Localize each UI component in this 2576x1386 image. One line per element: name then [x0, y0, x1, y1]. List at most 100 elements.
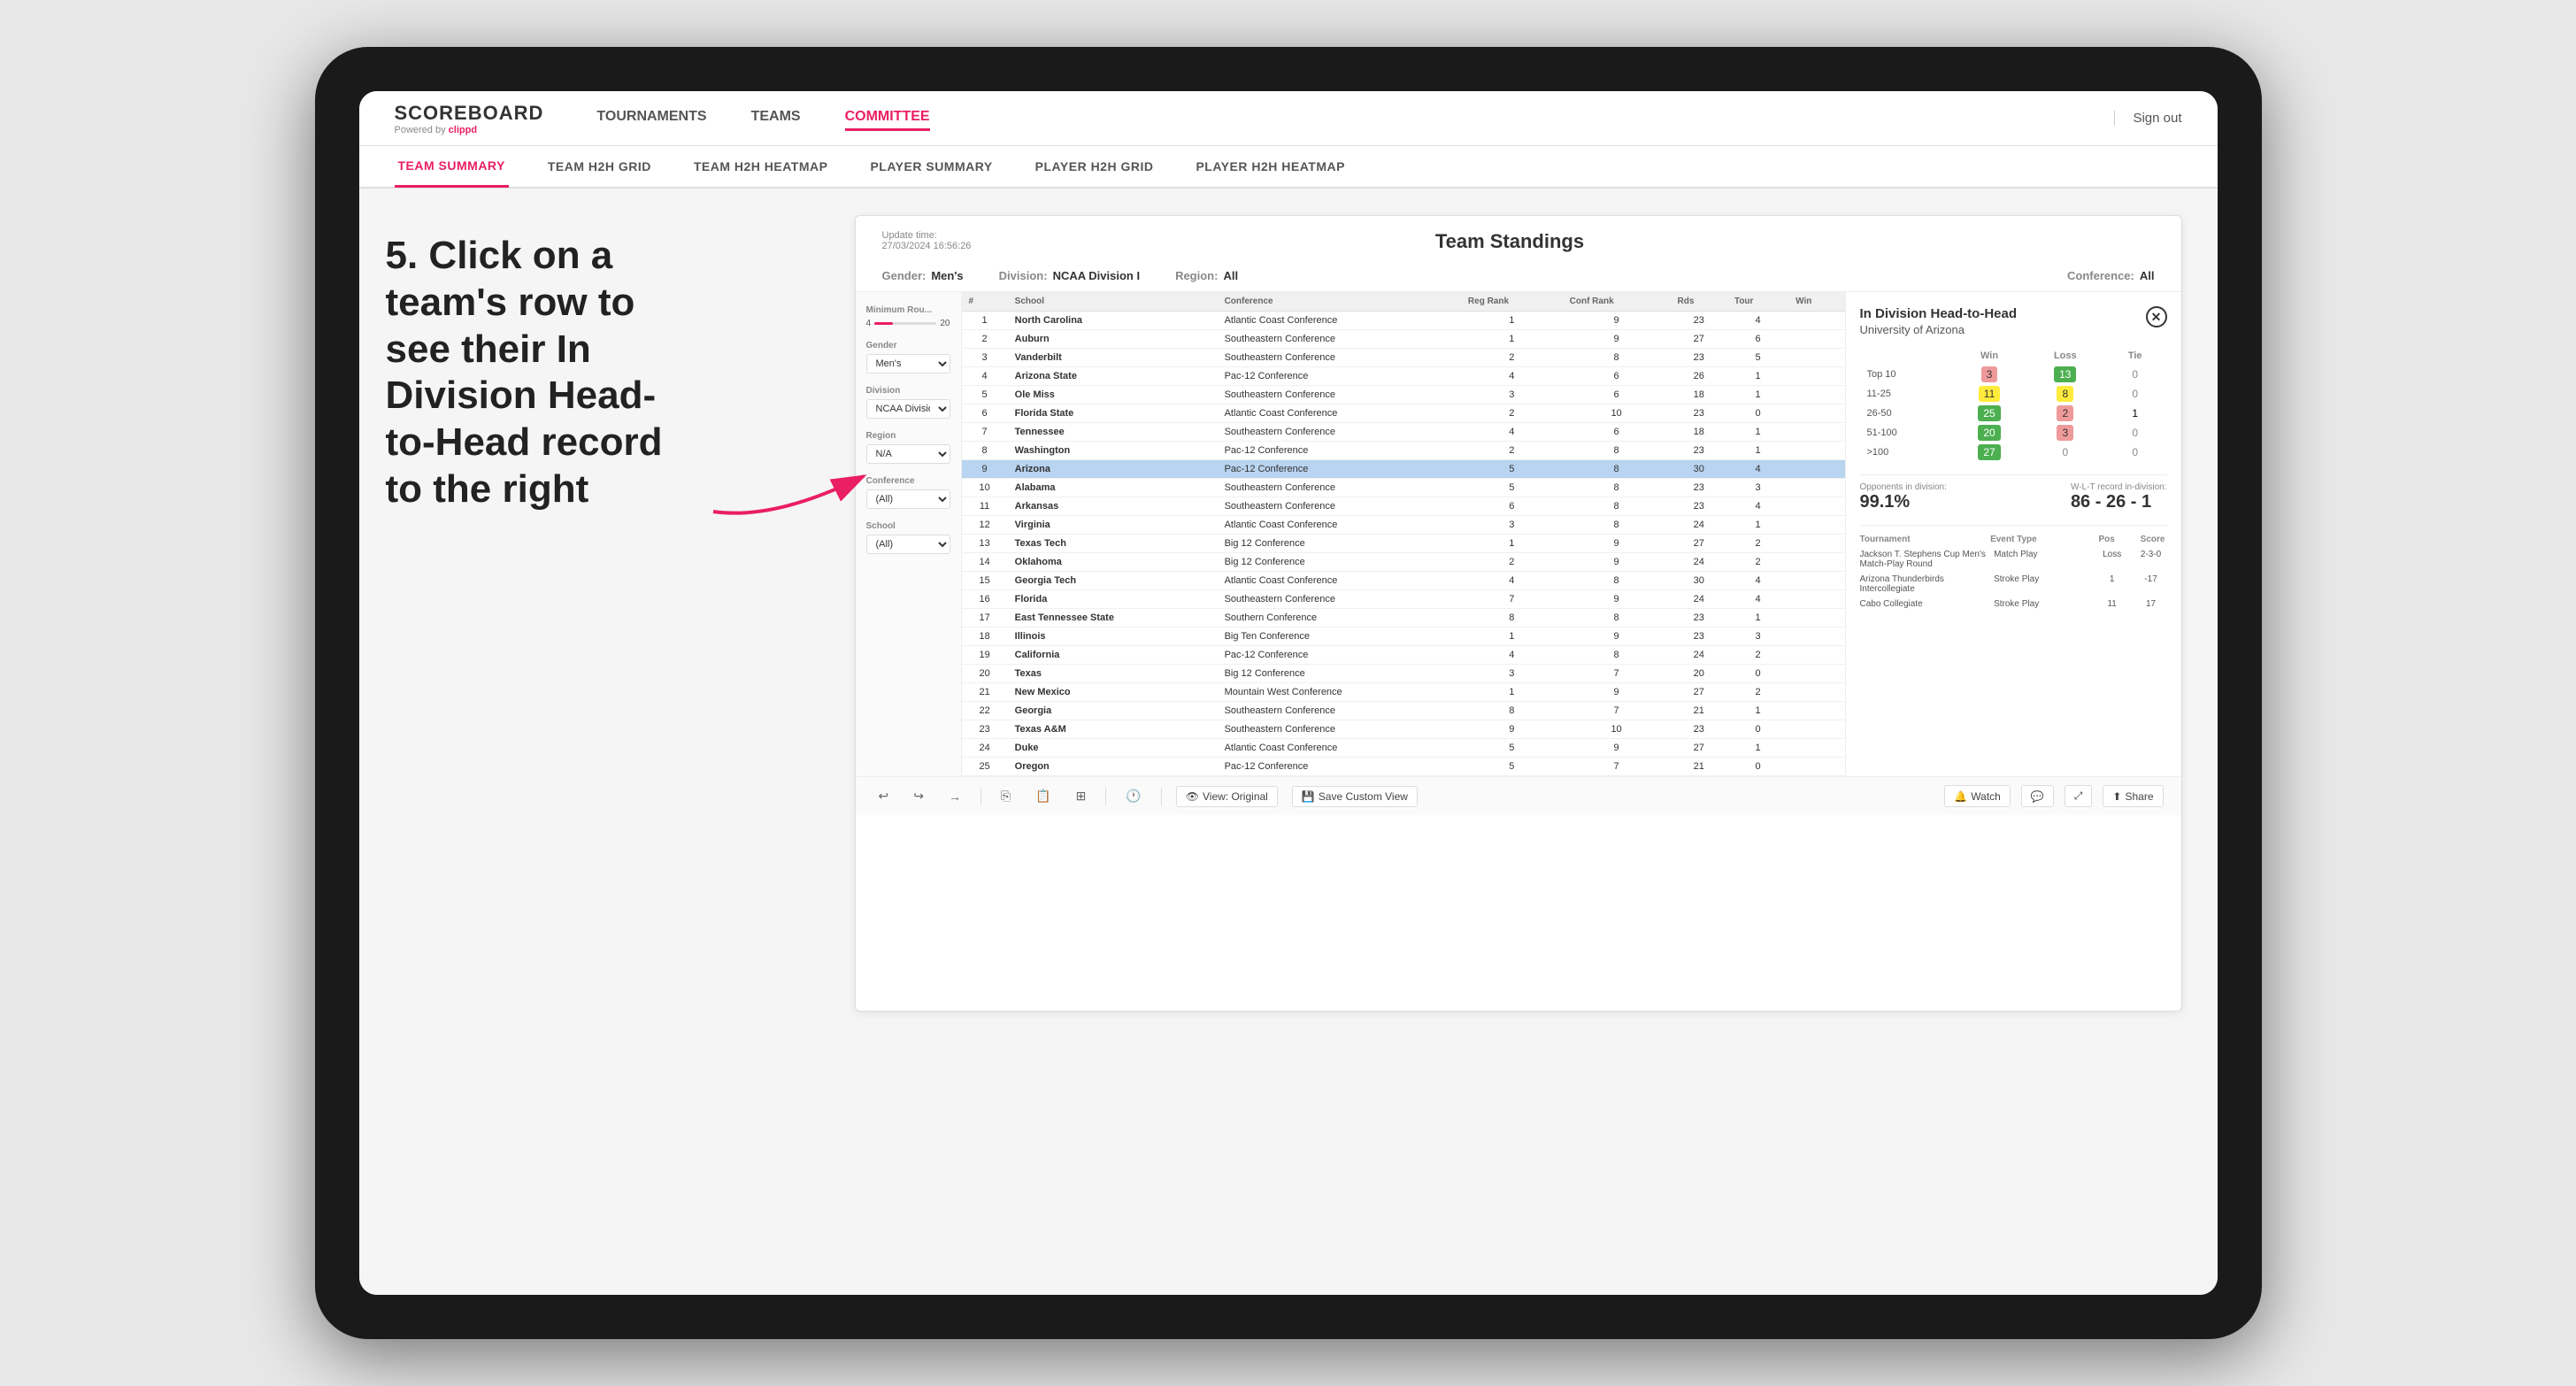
clock-icon[interactable]: 🕐 — [1120, 785, 1146, 807]
cell-conf-rank: 8 — [1563, 349, 1671, 367]
filter-region: Region: All — [1175, 269, 1238, 282]
cell-rank: 25 — [962, 758, 1008, 776]
view-original-btn[interactable]: 👁 View: Original — [1176, 786, 1278, 807]
paste-icon[interactable]: 📋 — [1030, 785, 1056, 807]
cell-rds: 23 — [1671, 349, 1727, 367]
table-row[interactable]: 25 Oregon Pac-12 Conference 5 7 21 0 — [962, 758, 1845, 776]
table-row[interactable]: 4 Arizona State Pac-12 Conference 4 6 26… — [962, 367, 1845, 386]
table-row[interactable]: 21 New Mexico Mountain West Conference 1… — [962, 683, 1845, 702]
cell-rank: 19 — [962, 646, 1008, 665]
h2h-col-win: Win — [1951, 347, 2026, 365]
tab-player-h2h-grid[interactable]: PLAYER H2H GRID — [1032, 147, 1157, 186]
col-conference: Conference — [1218, 292, 1461, 312]
table-row[interactable]: 15 Georgia Tech Atlantic Coast Conferenc… — [962, 572, 1845, 590]
cell-conference: Southern Conference — [1218, 609, 1461, 628]
cell-conference: Pac-12 Conference — [1218, 442, 1461, 460]
table-row[interactable]: 9 Arizona Pac-12 Conference 5 8 30 4 — [962, 460, 1845, 479]
cell-school: Auburn — [1008, 330, 1218, 349]
expand-btn[interactable]: ⤢ — [2065, 785, 2093, 807]
table-row[interactable]: 16 Florida Southeastern Conference 7 9 2… — [962, 590, 1845, 609]
tab-player-summary[interactable]: PLAYER SUMMARY — [866, 147, 996, 186]
cell-conference: Southeastern Conference — [1218, 349, 1461, 367]
cell-conf-rank: 6 — [1563, 367, 1671, 386]
table-row[interactable]: 19 California Pac-12 Conference 4 8 24 2 — [962, 646, 1845, 665]
tab-team-h2h-grid[interactable]: TEAM H2H GRID — [544, 147, 655, 186]
table-row[interactable]: 8 Washington Pac-12 Conference 2 8 23 1 — [962, 442, 1845, 460]
h2h-range: 51-100 — [1860, 423, 1952, 443]
h2h-col-loss: Loss — [2027, 347, 2103, 365]
save-custom-btn[interactable]: 💾 Save Custom View — [1292, 786, 1418, 807]
table-row[interactable]: 23 Texas A&M Southeastern Conference 9 1… — [962, 720, 1845, 739]
cell-tour: 1 — [1727, 739, 1788, 758]
table-row[interactable]: 22 Georgia Southeastern Conference 8 7 2… — [962, 702, 1845, 720]
cell-rank: 1 — [962, 312, 1008, 330]
table-row[interactable]: 12 Virginia Atlantic Coast Conference 3 … — [962, 516, 1845, 535]
tab-team-summary[interactable]: TEAM SUMMARY — [395, 146, 509, 188]
cell-rds: 27 — [1671, 683, 1727, 702]
cell-rank: 14 — [962, 553, 1008, 572]
redo-icon[interactable]: ↪ — [908, 785, 929, 807]
cell-tour: 1 — [1727, 702, 1788, 720]
cell-reg-rank: 8 — [1461, 609, 1563, 628]
cell-win — [1788, 312, 1844, 330]
min-rounds-track[interactable] — [874, 322, 936, 325]
panel-title: Team Standings — [1435, 230, 1584, 253]
tournament-type: Stroke Play — [1994, 574, 2089, 584]
tournament-name: Cabo Collegiate — [1860, 599, 1988, 609]
nav-item-teams[interactable]: TEAMS — [751, 105, 801, 131]
cell-conf-rank: 7 — [1563, 758, 1671, 776]
table-row[interactable]: 20 Texas Big 12 Conference 3 7 20 0 — [962, 665, 1845, 683]
table-row[interactable]: 24 Duke Atlantic Coast Conference 5 9 27… — [962, 739, 1845, 758]
h2h-title: In Division Head-to-Head — [1860, 306, 2018, 321]
cell-reg-rank: 6 — [1461, 497, 1563, 516]
division-select[interactable]: NCAA Division I — [866, 399, 950, 419]
table-row[interactable]: 17 East Tennessee State Southern Confere… — [962, 609, 1845, 628]
grid-icon[interactable]: ⊞ — [1071, 785, 1092, 807]
close-h2h-button[interactable]: ✕ — [2146, 306, 2167, 327]
cell-rds: 23 — [1671, 404, 1727, 423]
school-select[interactable]: (All) — [866, 535, 950, 554]
h2h-loss: 2 — [2027, 404, 2103, 423]
table-row[interactable]: 6 Florida State Atlantic Coast Conferenc… — [962, 404, 1845, 423]
table-row[interactable]: 11 Arkansas Southeastern Conference 6 8 … — [962, 497, 1845, 516]
watch-btn[interactable]: 🔔 Watch — [1944, 785, 2011, 807]
cell-conf-rank: 10 — [1563, 720, 1671, 739]
cell-reg-rank: 1 — [1461, 312, 1563, 330]
nav-item-committee[interactable]: COMMITTEE — [845, 105, 930, 131]
table-row[interactable]: 2 Auburn Southeastern Conference 1 9 27 … — [962, 330, 1845, 349]
cell-tour: 2 — [1727, 553, 1788, 572]
copy-icon[interactable]: ⎘ — [996, 785, 1016, 807]
table-row[interactable]: 5 Ole Miss Southeastern Conference 3 6 1… — [962, 386, 1845, 404]
share-btn[interactable]: ⬆ Share — [2103, 785, 2163, 807]
cell-reg-rank: 2 — [1461, 553, 1563, 572]
tournament-type: Stroke Play — [1994, 599, 2089, 609]
cell-rank: 22 — [962, 702, 1008, 720]
tab-player-h2h-heatmap[interactable]: PLAYER H2H HEATMAP — [1192, 147, 1348, 186]
cell-win — [1788, 572, 1844, 590]
table-row[interactable]: 10 Alabama Southeastern Conference 5 8 2… — [962, 479, 1845, 497]
tournament-row: Arizona Thunderbirds Intercollegiate Str… — [1860, 574, 2167, 594]
tournament-type: Match Play — [1994, 550, 2089, 559]
cell-rds: 24 — [1671, 646, 1727, 665]
table-row[interactable]: 7 Tennessee Southeastern Conference 4 6 … — [962, 423, 1845, 442]
table-row[interactable]: 1 North Carolina Atlantic Coast Conferen… — [962, 312, 1845, 330]
cell-win — [1788, 367, 1844, 386]
sign-out-btn[interactable]: Sign out — [2114, 111, 2181, 126]
cell-conf-rank: 7 — [1563, 702, 1671, 720]
cell-reg-rank: 1 — [1461, 535, 1563, 553]
cell-school: Oregon — [1008, 758, 1218, 776]
table-row[interactable]: 3 Vanderbilt Southeastern Conference 2 8… — [962, 349, 1845, 367]
table-row[interactable]: 14 Oklahoma Big 12 Conference 2 9 24 2 — [962, 553, 1845, 572]
h2h-win: 27 — [1951, 443, 2026, 462]
forward-icon[interactable]: → — [943, 786, 966, 807]
comment-btn[interactable]: 💬 — [2021, 785, 2054, 807]
cell-conf-rank: 8 — [1563, 646, 1671, 665]
nav-item-tournaments[interactable]: TOURNAMENTS — [596, 105, 706, 131]
left-controls: Minimum Rou... 4 20 Gender — [856, 292, 962, 776]
tab-team-h2h-heatmap[interactable]: TEAM H2H HEATMAP — [690, 147, 832, 186]
undo-icon[interactable]: ↩ — [873, 785, 895, 807]
gender-select[interactable]: Men's — [866, 354, 950, 373]
table-row[interactable]: 13 Texas Tech Big 12 Conference 1 9 27 2 — [962, 535, 1845, 553]
h2h-win: 25 — [1951, 404, 2026, 423]
table-row[interactable]: 18 Illinois Big Ten Conference 1 9 23 3 — [962, 628, 1845, 646]
